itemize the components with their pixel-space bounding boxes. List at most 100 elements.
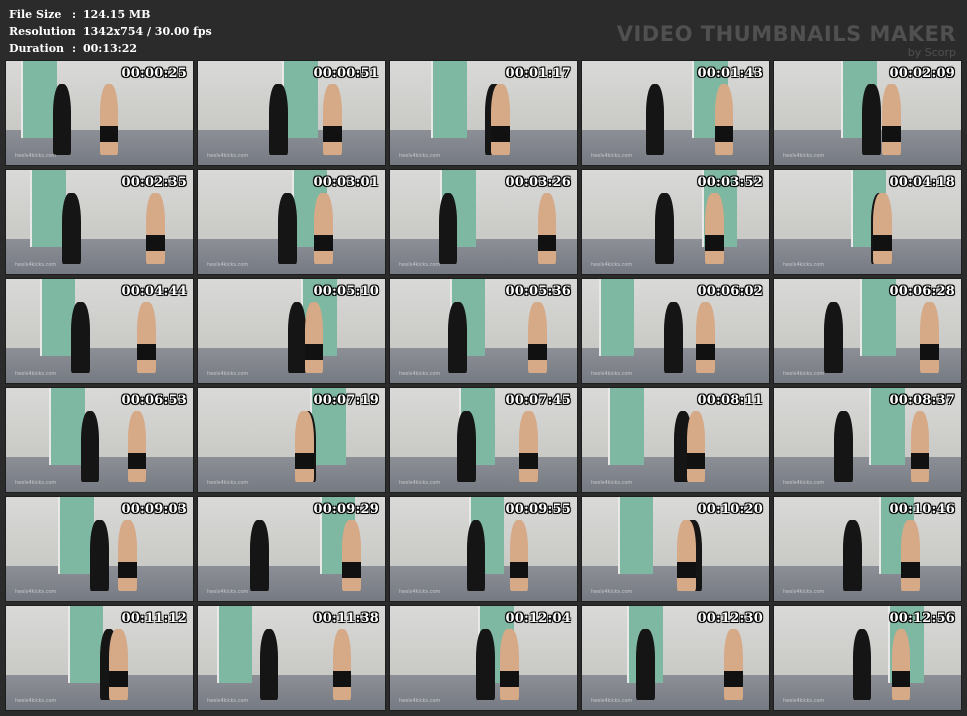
thumbnail-watermark: heels4kicks.com [207, 262, 249, 268]
thumbnail-watermark: heels4kicks.com [783, 480, 825, 486]
figure-dark [90, 519, 109, 591]
thumbnail-watermark: heels4kicks.com [207, 698, 249, 704]
video-thumbnail: 00:02:09 heels4kicks.com [774, 61, 961, 165]
video-thumbnail: 00:10:20 heels4kicks.com [582, 497, 769, 601]
thumbnail-watermark: heels4kicks.com [399, 480, 441, 486]
thumbnail-watermark: heels4kicks.com [783, 371, 825, 377]
figure-dark [447, 301, 467, 373]
figure-light [882, 83, 902, 155]
scene-panel [39, 279, 76, 356]
timestamp: 00:11:38 [313, 611, 379, 626]
scene-panel [49, 388, 85, 465]
scene-panel [30, 170, 66, 247]
video-thumbnail: 00:05:10 heels4kicks.com [198, 279, 385, 383]
video-thumbnail: 00:10:46 heels4kicks.com [774, 497, 961, 601]
brand-watermark: VIDEO THUMBNAILS MAKER by Scorp [617, 22, 956, 58]
file-size-row: File Size:124.15 MB [9, 6, 212, 23]
thumbnail-watermark: heels4kicks.com [591, 371, 633, 377]
scene-panel [608, 388, 644, 465]
timestamp: 00:00:51 [313, 66, 379, 81]
brand-subtitle: by Scorp [907, 46, 956, 59]
duration-row: Duration:00:13:22 [9, 40, 212, 57]
figure-light [500, 628, 520, 700]
thumbnail-watermark: heels4kicks.com [399, 698, 441, 704]
figure-light [714, 83, 734, 155]
figure-light [332, 628, 352, 700]
video-thumbnail: 00:03:52 heels4kicks.com [582, 170, 769, 274]
figure-light [901, 519, 920, 591]
figure-light [891, 628, 911, 700]
timestamp: 00:10:46 [889, 502, 955, 517]
timestamp: 00:05:36 [505, 284, 571, 299]
file-info: File Size:124.15 MB Resolution: 1342x754 … [9, 6, 212, 57]
timestamp: 00:03:52 [697, 175, 763, 190]
video-thumbnail: 00:11:12 heels4kicks.com [6, 606, 193, 710]
timestamp: 00:06:53 [121, 393, 187, 408]
video-thumbnail: 00:07:45 heels4kicks.com [390, 388, 577, 492]
timestamp: 00:04:18 [889, 175, 955, 190]
timestamp: 00:11:12 [121, 611, 187, 626]
timestamp: 00:10:20 [697, 502, 763, 517]
figure-light [696, 301, 715, 373]
brand-title: VIDEO THUMBNAILS MAKER [616, 22, 956, 46]
resolution-value: 1342x754 / 30.00 fps [83, 25, 212, 38]
figure-light [490, 83, 510, 155]
video-thumbnail: 00:00:25 heels4kicks.com [6, 61, 193, 165]
timestamp: 00:03:01 [313, 175, 379, 190]
thumbnail-watermark: heels4kicks.com [783, 262, 825, 268]
thumbnail-grid: 00:00:25 heels4kicks.com 00:00:51 heels4kic… [6, 61, 962, 711]
thumbnail-watermark: heels4kicks.com [399, 589, 441, 595]
figure-light [108, 628, 128, 700]
thumbnail-watermark: heels4kicks.com [591, 480, 633, 486]
duration-label: Duration [9, 42, 65, 55]
timestamp: 00:07:45 [505, 393, 571, 408]
scene-panel [617, 497, 654, 574]
thumbnail-watermark: heels4kicks.com [15, 371, 57, 377]
timestamp: 00:08:37 [889, 393, 955, 408]
figure-light [341, 519, 361, 591]
colon: : [72, 42, 77, 55]
scene-panel [598, 279, 635, 356]
timestamp: 00:08:11 [697, 393, 763, 408]
timestamp: 00:12:30 [697, 611, 763, 626]
timestamp: 00:07:19 [313, 393, 379, 408]
thumbnail-watermark: heels4kicks.com [399, 153, 441, 159]
scene-floor [390, 129, 577, 165]
figure-dark [287, 301, 307, 373]
figure-light [146, 192, 165, 264]
timestamp: 00:01:17 [505, 66, 571, 81]
figure-light [519, 410, 538, 482]
video-thumbnail: 00:12:04 heels4kicks.com [390, 606, 577, 710]
scene-floor [198, 456, 385, 492]
timestamp: 00:04:44 [121, 284, 187, 299]
thumbnail-watermark: heels4kicks.com [783, 589, 825, 595]
thumbnail-watermark: heels4kicks.com [15, 589, 57, 595]
figure-light [677, 519, 697, 591]
scene-floor [774, 565, 961, 601]
colon: : [72, 25, 77, 38]
video-thumbnail: 00:01:17 heels4kicks.com [390, 61, 577, 165]
scene-panel [216, 606, 253, 683]
scene-panel [20, 61, 57, 138]
duration-value: 00:13:22 [83, 42, 138, 55]
video-thumbnail: 00:01:43 heels4kicks.com [582, 61, 769, 165]
figure-dark [843, 519, 862, 591]
video-thumbnail: 00:08:37 heels4kicks.com [774, 388, 961, 492]
thumbnail-watermark: heels4kicks.com [207, 153, 249, 159]
video-thumbnail: 00:09:55 heels4kicks.com [390, 497, 577, 601]
figure-dark [824, 301, 844, 373]
scene-floor [582, 129, 769, 165]
figure-light [509, 519, 529, 591]
figure-light [313, 192, 333, 264]
figure-light [686, 410, 706, 482]
figure-dark [466, 519, 486, 591]
video-thumbnail: 00:06:28 heels4kicks.com [774, 279, 961, 383]
figure-light [295, 410, 314, 482]
video-thumbnail: 00:06:02 heels4kicks.com [582, 279, 769, 383]
thumbnail-watermark: heels4kicks.com [207, 589, 249, 595]
thumbnail-watermark: heels4kicks.com [591, 262, 633, 268]
timestamp: 00:02:09 [889, 66, 955, 81]
figure-light [537, 192, 557, 264]
scene-floor [774, 456, 961, 492]
figure-light [323, 83, 342, 155]
